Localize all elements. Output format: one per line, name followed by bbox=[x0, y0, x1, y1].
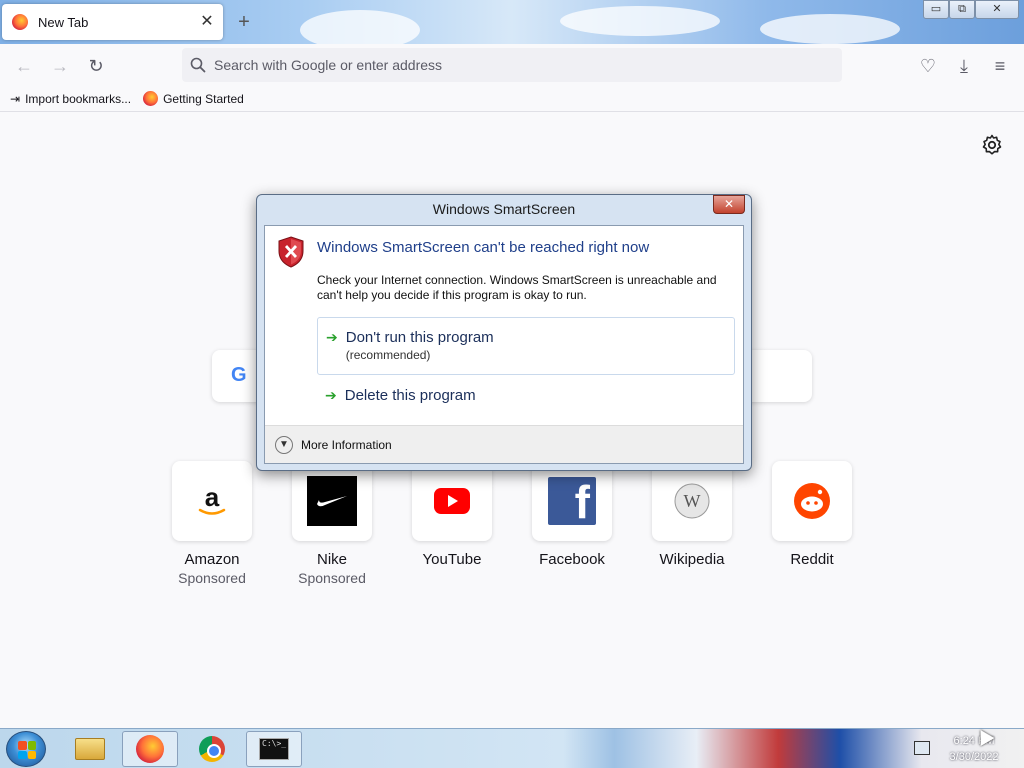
start-button[interactable] bbox=[6, 731, 46, 767]
network-icon[interactable] bbox=[914, 741, 930, 755]
taskbar-chrome[interactable] bbox=[184, 731, 240, 767]
chrome-icon bbox=[199, 736, 225, 762]
dialog-title: Windows SmartScreen bbox=[432, 201, 576, 217]
shield-error-icon bbox=[278, 236, 304, 268]
option-label: Delete this program bbox=[344, 387, 476, 404]
dialog-heading: Windows SmartScreen can't be reached rig… bbox=[317, 239, 650, 256]
bookmark-label: Import bookmarks... bbox=[25, 91, 132, 106]
tile-reddit[interactable]: Reddit bbox=[752, 461, 872, 568]
tile-name: Reddit bbox=[790, 551, 834, 568]
background-cloud bbox=[560, 6, 720, 36]
taskbar-firefox[interactable] bbox=[122, 731, 178, 767]
menu-icon[interactable]: ≡ bbox=[986, 52, 1014, 80]
taskbar: C:\>_ 6:24 PM 3/30/2022 bbox=[0, 728, 1024, 768]
tile-name: Nike bbox=[316, 551, 347, 568]
cmd-icon: C:\>_ bbox=[259, 738, 289, 760]
minimize-button[interactable]: ▭ bbox=[923, 0, 949, 19]
tile-facebook[interactable]: f Facebook bbox=[512, 461, 632, 568]
tile-sponsored-label: Sponsored bbox=[298, 570, 366, 586]
tile-name: Wikipedia bbox=[659, 551, 725, 568]
more-information-toggle[interactable]: ▼ More Information bbox=[265, 425, 743, 463]
google-icon: G bbox=[231, 364, 247, 386]
reload-button[interactable]: ↻ bbox=[82, 52, 110, 80]
gear-icon[interactable] bbox=[980, 133, 1004, 157]
bookmark-label: Getting Started bbox=[163, 91, 244, 106]
search-icon bbox=[190, 57, 206, 73]
svg-text:W: W bbox=[684, 491, 701, 511]
tile-sponsored-label: Sponsored bbox=[178, 570, 246, 586]
reddit-icon bbox=[772, 461, 852, 541]
address-input[interactable] bbox=[214, 57, 814, 73]
downloads-icon[interactable]: ⤓ bbox=[950, 52, 978, 80]
import-icon: ⇥ bbox=[10, 91, 21, 106]
dont-run-button[interactable]: ➔ Don't run this program (recommended) bbox=[317, 317, 735, 375]
amazon-icon: a bbox=[172, 461, 252, 541]
close-window-button[interactable]: ✕ bbox=[975, 0, 1019, 19]
green-arrow-icon: ➔ bbox=[326, 329, 338, 345]
folder-icon bbox=[75, 738, 105, 760]
firefox-icon bbox=[12, 14, 28, 30]
green-arrow-icon: ➔ bbox=[325, 387, 337, 403]
clock-date: 3/30/2022 bbox=[949, 751, 999, 763]
tile-wikipedia[interactable]: W Wikipedia bbox=[632, 461, 752, 568]
tile-amazon[interactable]: a Amazon Sponsored bbox=[152, 461, 272, 586]
new-tab-button[interactable]: + bbox=[232, 10, 256, 34]
clock[interactable]: 6:24 PM 3/30/2022 bbox=[938, 733, 1010, 765]
bookmark-getting-started[interactable]: Getting Started bbox=[143, 91, 244, 106]
tile-name: YouTube bbox=[422, 551, 482, 568]
tab-title: New Tab bbox=[38, 14, 89, 30]
windows-logo-icon bbox=[18, 741, 36, 759]
tab-new-tab[interactable]: New Tab ✕ bbox=[2, 4, 223, 40]
delete-program-button[interactable]: ➔ Delete this program bbox=[317, 385, 735, 415]
tile-youtube[interactable]: YouTube bbox=[392, 461, 512, 568]
tile-nike[interactable]: Nike Sponsored bbox=[272, 461, 392, 586]
pocket-icon[interactable]: ♡ bbox=[914, 52, 942, 80]
tab-close-icon[interactable]: ✕ bbox=[195, 10, 219, 34]
dialog-body: Windows SmartScreen can't be reached rig… bbox=[264, 225, 744, 464]
forward-button[interactable]: → bbox=[46, 52, 74, 80]
chevron-down-icon: ▼ bbox=[275, 435, 293, 454]
tile-name: Facebook bbox=[539, 551, 605, 568]
svg-text:a: a bbox=[205, 482, 220, 512]
firefox-icon bbox=[143, 91, 159, 106]
youtube-icon bbox=[412, 461, 492, 541]
smartscreen-dialog: Windows SmartScreen ✕ Windows SmartScree… bbox=[256, 194, 752, 471]
dialog-message: Check your Internet connection. Windows … bbox=[317, 273, 717, 302]
url-bar[interactable] bbox=[182, 48, 842, 82]
restore-button[interactable]: ⧉ bbox=[949, 0, 975, 19]
option-sub-label: (recommended) bbox=[345, 348, 431, 362]
wikipedia-icon: W bbox=[652, 461, 732, 541]
nike-icon bbox=[292, 461, 372, 541]
taskbar-explorer[interactable] bbox=[62, 731, 118, 767]
background-cloud bbox=[760, 14, 900, 44]
taskbar-cmd[interactable]: C:\>_ bbox=[246, 731, 302, 767]
facebook-icon: f bbox=[532, 461, 612, 541]
tile-name: Amazon bbox=[184, 551, 240, 568]
option-label: Don't run this program bbox=[345, 329, 494, 346]
bookmarks-bar: ⇥ Import bookmarks... Getting Started bbox=[0, 86, 1024, 112]
back-button[interactable]: ← bbox=[10, 52, 38, 80]
nav-bar: ← → ↻ ♡ ⤓ ≡ bbox=[0, 44, 1024, 86]
dialog-close-button[interactable]: ✕ bbox=[713, 195, 745, 214]
title-bar: New Tab ✕ + ▭ ⧉ ✕ bbox=[0, 0, 1024, 50]
firefox-icon bbox=[136, 735, 164, 763]
more-information-label: More Information bbox=[301, 437, 392, 452]
bookmark-import[interactable]: ⇥ Import bookmarks... bbox=[10, 92, 131, 106]
